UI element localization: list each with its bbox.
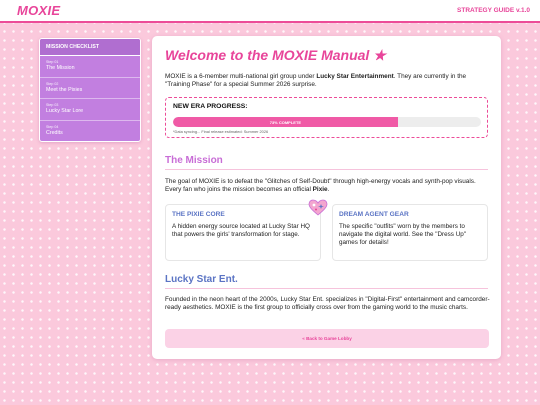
progress-bar: 73% COMPLETE <box>173 117 481 127</box>
sidebar-item-step: Step 02 <box>46 81 59 86</box>
progress-fill: 73% COMPLETE <box>173 117 398 127</box>
intro-paragraph: MOXIE is a 6-member multi-national girl … <box>165 73 488 90</box>
version-label: STRATEGY GUIDE v.1.0 <box>457 7 530 14</box>
mission-paragraph: The goal of MOXIE is to defeat the "Glit… <box>165 178 488 195</box>
lucky-star-heading: Lucky Star Ent. <box>165 274 238 285</box>
sidebar-item-lucky-star-lore[interactable]: Step 03 Lucky Star Lore <box>40 99 140 121</box>
progress-note: *Data syncing... Final release estimated… <box>173 129 269 134</box>
progress-label: 73% COMPLETE <box>269 119 302 125</box>
top-bar: MOXIE STRATEGY GUIDE v.1.0 <box>0 0 540 23</box>
sidebar-item-label: Credits <box>46 129 63 136</box>
sidebar-item-step: Step 04 <box>46 124 59 129</box>
progress-panel: NEW ERA PROGRESS: 73% COMPLETE *Data syn… <box>165 97 488 138</box>
sidebar-item-label: The Mission <box>46 65 75 71</box>
back-to-game-lobby-button[interactable]: « Back to Game Lobby <box>165 329 489 348</box>
dream-agent-gear-card: DREAM AGENT GEAR The specific "outfits" … <box>332 204 488 261</box>
page-title: Welcome to the MOXIE Manual ★ <box>165 47 386 63</box>
section-divider <box>165 288 488 289</box>
sidebar-item-label: Lucky Star Lore <box>46 108 84 114</box>
intro-company-name: Lucky Star Entertainment <box>316 73 394 80</box>
mission-text-end: . <box>327 186 330 194</box>
sidebar-item-step: Step 01 <box>46 60 59 64</box>
sparkle-heart-icon <box>308 199 328 216</box>
sidebar-item-label: Meet the Pixies <box>46 86 83 93</box>
sidebar-item-credits[interactable]: Step 04 Credits <box>40 121 140 142</box>
sidebar-item-meet-the-pixies[interactable]: Step 02 Meet the Pixies <box>40 78 140 99</box>
card-title: THE PIXIE CORE <box>172 211 225 218</box>
card-text: A hidden energy source located at Lucky … <box>172 223 310 238</box>
manual-card: Welcome to the MOXIE Manual ★ MOXIE is a… <box>152 36 501 359</box>
progress-title: NEW ERA PROGRESS: <box>173 103 248 110</box>
mission-checklist-sidebar: MISSION CHECKLIST Step 01 The Mission St… <box>39 38 141 142</box>
lucky-star-paragraph: Founded in the neon heart of the 2000s, … <box>165 296 490 312</box>
sidebar-item-the-mission[interactable]: Step 01 The Mission <box>40 56 140 78</box>
card-text: The specific "outfits" worn by the membe… <box>339 223 466 246</box>
section-divider <box>165 169 488 170</box>
pixie-core-card: THE PIXIE CORE A hidden energy source lo… <box>165 204 321 261</box>
sidebar-title: MISSION CHECKLIST <box>40 39 140 56</box>
site-logo[interactable]: MOXIE <box>17 3 60 18</box>
mission-pixie-term: Pixie <box>312 186 328 194</box>
intro-text: MOXIE is a 6-member multi-national girl … <box>165 73 317 80</box>
sidebar-item-step: Step 03 <box>46 103 59 107</box>
mission-heading: The Mission <box>165 155 223 166</box>
card-title: DREAM AGENT GEAR <box>339 211 409 218</box>
